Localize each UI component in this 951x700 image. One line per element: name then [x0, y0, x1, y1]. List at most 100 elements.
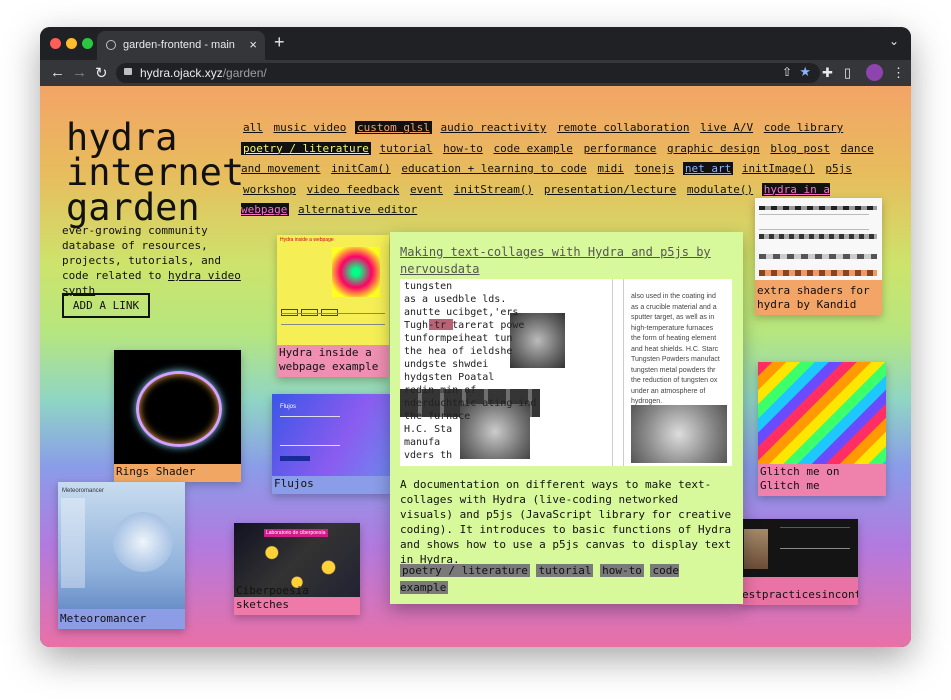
- tag-filter[interactable]: midi: [595, 162, 626, 175]
- card-bestpractices[interactable]: estpracticesinconte: [740, 519, 858, 605]
- collage-text-line: anutte ucibget,'ers: [404, 307, 519, 318]
- card-thumbnail: Flujos: [272, 394, 390, 476]
- tag-filter[interactable]: graphic design: [665, 142, 762, 155]
- card-caption: Rings Shader: [116, 465, 196, 478]
- tag-filter[interactable]: how-to: [441, 142, 485, 155]
- add-link-button[interactable]: ADD A LINK: [62, 293, 150, 318]
- tag-filter[interactable]: blog post: [768, 142, 832, 155]
- detail-image: tungsten as a usedble lds. anutte ucibget,…: [400, 279, 732, 466]
- thumb-strip: [759, 254, 877, 259]
- minimize-window-button[interactable]: [66, 38, 77, 49]
- collage-text-line: manufa: [404, 437, 441, 448]
- new-tab-icon[interactable]: +: [274, 32, 285, 53]
- tag-filter[interactable]: education + learning to code: [399, 162, 588, 175]
- tag-filter[interactable]: modulate(): [685, 183, 755, 196]
- tag-filter[interactable]: alternative editor: [296, 203, 419, 216]
- tag-filter[interactable]: workshop: [241, 183, 298, 196]
- collage-text-line: the hea of ieldshe: [404, 346, 513, 357]
- thumb-strip: [759, 234, 877, 239]
- tag-filter[interactable]: custom glsl: [354, 121, 432, 134]
- collage-left: tungsten as a usedble lds. anutte ucibget,…: [400, 279, 620, 466]
- tag-filter[interactable]: poetry / literature: [241, 141, 371, 155]
- tag-filter[interactable]: music video: [272, 121, 349, 134]
- collage-text-line: under an atmosphere of: [631, 387, 706, 395]
- tag-filter[interactable]: remote collaboration: [555, 121, 691, 134]
- card-thumbnail: [740, 519, 858, 577]
- browser-toolbar: ← → ↻ hydra.ojack.xyz/garden/ ⇧ ★ ✚ ▯ ⋮: [40, 60, 911, 86]
- site-description: ever-growing community database of resou…: [62, 224, 241, 297]
- card-ciberpoesia[interactable]: Laboratorio de ciberpoesía Ciberpoesia s…: [234, 523, 360, 615]
- tag-filter[interactable]: code library: [762, 121, 845, 134]
- maximize-window-button[interactable]: [82, 38, 93, 49]
- site-logo[interactable]: hydra internet garden: [66, 119, 244, 226]
- tag-filter[interactable]: all: [241, 121, 265, 134]
- card-flujos[interactable]: Flujos Flujos: [272, 394, 390, 494]
- card-thumbnail: Meteoromancer: [58, 482, 185, 609]
- tag-filter[interactable]: event: [408, 183, 445, 196]
- tag-filter[interactable]: presentation/lecture: [542, 183, 678, 196]
- detail-tag[interactable]: tutorial: [536, 564, 594, 577]
- share-icon[interactable]: ⇧: [782, 65, 792, 79]
- tag-filter[interactable]: net art: [682, 162, 734, 175]
- detail-tag[interactable]: how-to: [600, 564, 644, 577]
- menu-icon[interactable]: ⋮: [892, 65, 905, 81]
- collage-divider: [612, 279, 624, 466]
- collage-text-line: as a usedble lds.: [404, 294, 507, 305]
- detail-tags: poetry / literature tutorial how-to code…: [400, 562, 720, 596]
- collage-text-line: also used in the coating ind: [631, 293, 716, 300]
- thumb-text-lines: [280, 416, 340, 446]
- card-caption: Ciberpoesia sketches: [236, 584, 309, 611]
- detail-title-link[interactable]: Making text-collages with Hydra and p5js…: [400, 244, 730, 278]
- collage-text-line: tunformpeiheat tun: [404, 333, 513, 344]
- browser-window: garden-frontend - main × + ⌄ ← → ↻ hydra…: [40, 27, 911, 647]
- collage-text-line: tungsten: [404, 281, 453, 292]
- card-meteoromancer[interactable]: Meteoromancer Meteoromancer: [58, 482, 185, 629]
- thumb-title: Meteoromancer: [62, 488, 105, 494]
- browser-tab[interactable]: garden-frontend - main ×: [97, 31, 265, 60]
- close-tab-icon[interactable]: ×: [249, 37, 257, 52]
- reload-icon[interactable]: ↻: [95, 64, 108, 82]
- card-kandid[interactable]: extra shaders for hydra by Kandid: [755, 198, 882, 315]
- collage-photo: [460, 404, 530, 459]
- collage-text-line: undgste shwdei: [404, 359, 489, 370]
- close-window-button[interactable]: [50, 38, 61, 49]
- collage-text-line: vders th: [404, 450, 453, 461]
- bookmark-star-icon[interactable]: ★: [799, 64, 811, 80]
- tag-filter[interactable]: performance: [582, 142, 659, 155]
- thumb-strip: [759, 270, 877, 276]
- collage-text-line: tungsten metal powders thr: [631, 366, 716, 374]
- card-thumbnail: [114, 350, 241, 464]
- tag-filter[interactable]: live A/V: [698, 121, 755, 134]
- card-hydra-webpage[interactable]: Hydra inside a webpage Hydra inside a we…: [277, 235, 389, 377]
- collage-text-line: Tungsten Powders manufact: [631, 356, 720, 363]
- tag-filter[interactable]: audio reactivity: [438, 121, 548, 134]
- detail-description: A documentation on different ways to mak…: [400, 478, 732, 566]
- card-thumbnail: [758, 362, 886, 464]
- profile-avatar[interactable]: [866, 64, 883, 81]
- card-glitch[interactable]: Glitch me on Glitch me: [758, 362, 886, 496]
- chevron-down-icon[interactable]: ⌄: [889, 34, 899, 48]
- globe-icon: [106, 40, 116, 50]
- tag-filter[interactable]: tonejs: [633, 162, 677, 175]
- collage-text-line: hydgsten Poatal: [404, 372, 495, 383]
- tag-filter[interactable]: p5js: [823, 162, 854, 175]
- card-rings-shader[interactable]: Rings Shader: [114, 350, 241, 482]
- collage-text-line: Tugh-tr tarerat powe: [404, 320, 525, 331]
- back-icon[interactable]: ←: [50, 64, 65, 81]
- card-caption: Glitch me on Glitch me: [760, 465, 840, 492]
- tag-filter[interactable]: code example: [491, 142, 574, 155]
- tag-filter[interactable]: tutorial: [377, 142, 434, 155]
- address-bar[interactable]: hydra.ojack.xyz/garden/ ⇧ ★: [116, 63, 820, 83]
- tag-filter[interactable]: initCam(): [329, 162, 393, 175]
- sidebar-icon[interactable]: ▯: [844, 65, 851, 81]
- extensions-icon[interactable]: ✚: [822, 65, 833, 81]
- tag-filter[interactable]: video feedback: [305, 183, 402, 196]
- tag-filter[interactable]: initImage(): [740, 162, 817, 175]
- tab-title: garden-frontend - main: [123, 39, 235, 51]
- collage-text-line: H.C. Sta: [404, 424, 453, 435]
- forward-icon[interactable]: →: [72, 64, 87, 81]
- card-caption: Hydra inside a webpage example: [279, 346, 379, 373]
- tag-filter[interactable]: initStream(): [452, 183, 535, 196]
- collage-text-line: the form of heating element: [631, 335, 717, 342]
- detail-tag[interactable]: poetry / literature: [400, 564, 530, 577]
